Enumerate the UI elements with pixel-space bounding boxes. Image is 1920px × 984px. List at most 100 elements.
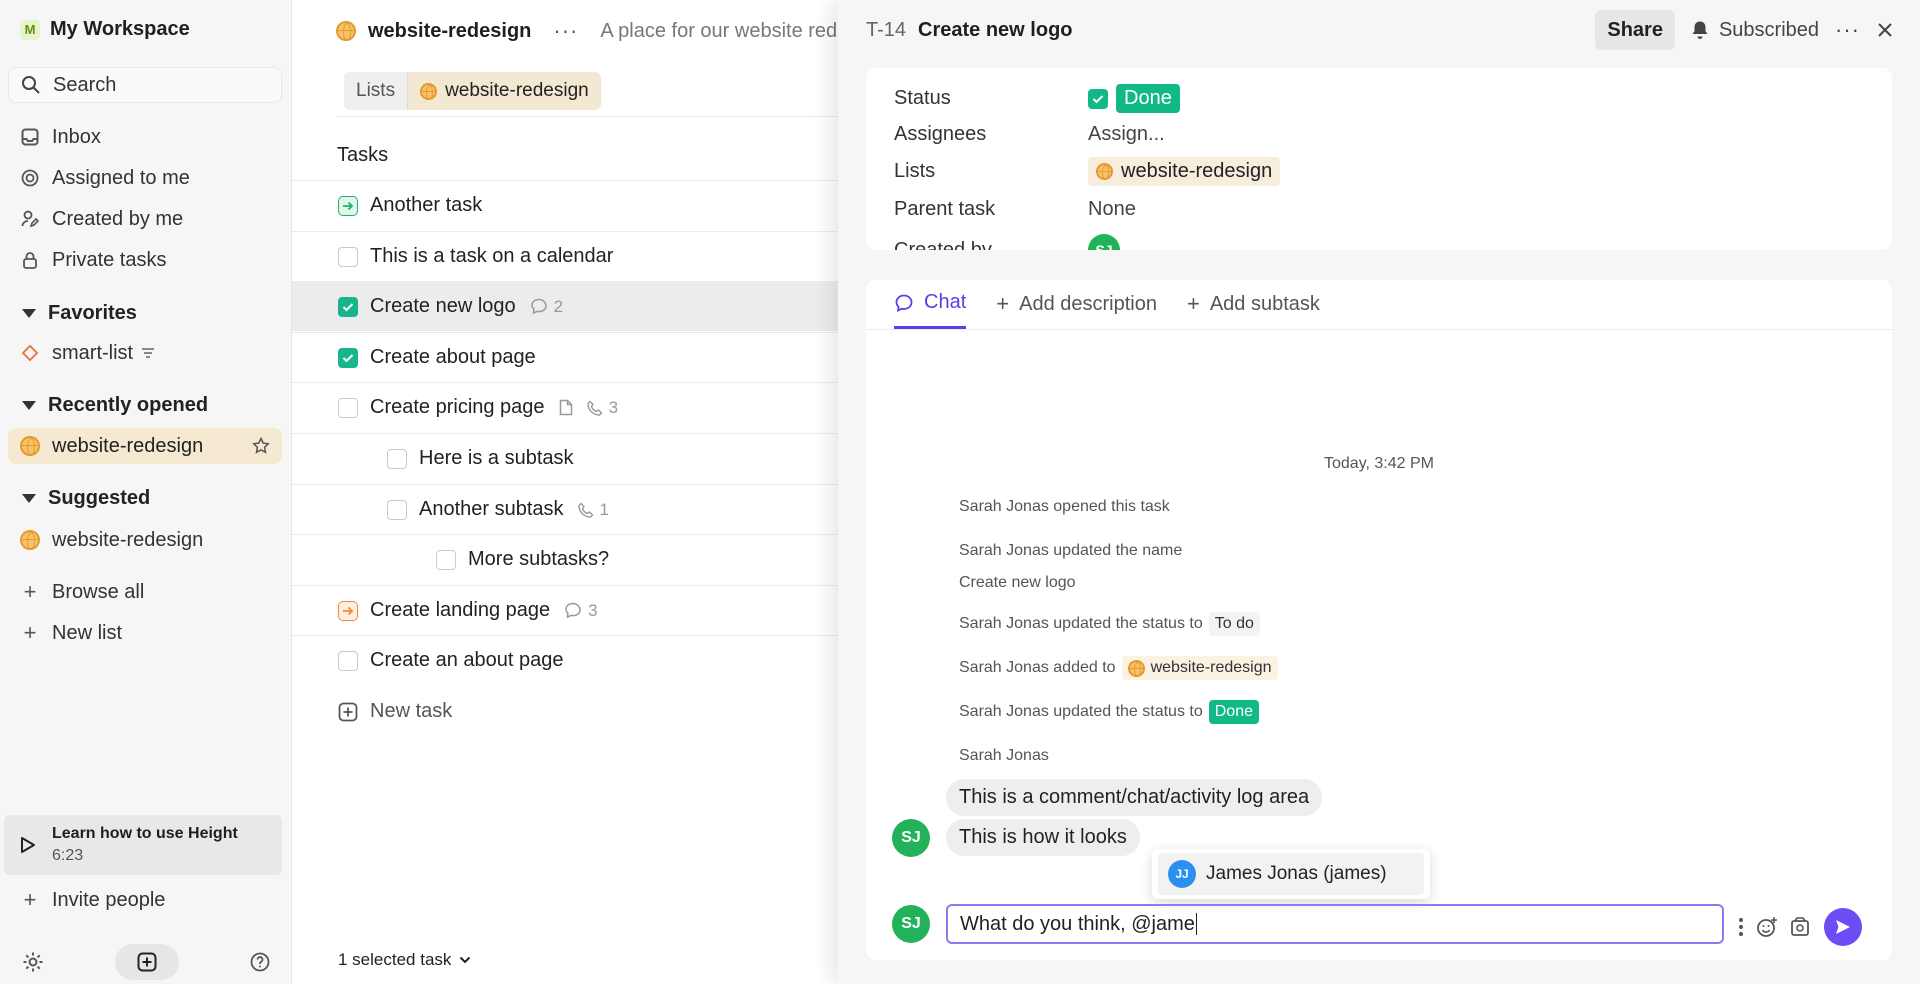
chat-message[interactable]: This is a comment/chat/activity log area bbox=[946, 779, 1323, 816]
avatar: JJ bbox=[1168, 860, 1196, 888]
activity-entry: Sarah Jonas updated the status to To do bbox=[959, 612, 1260, 636]
status-in-review-icon[interactable] bbox=[338, 600, 358, 621]
tab-add-subtask[interactable]: + Add subtask bbox=[1187, 279, 1320, 329]
task-row[interactable]: More subtasks? bbox=[292, 534, 838, 584]
selected-count: 1 selected task bbox=[338, 950, 452, 969]
browse-all-button[interactable]: + Browse all bbox=[8, 574, 282, 610]
task-title[interactable]: Create new logo bbox=[918, 19, 1072, 42]
learn-video-card[interactable]: Learn how to use Height 6:23 bbox=[4, 815, 282, 875]
learn-duration: 6:23 bbox=[52, 847, 84, 864]
send-button[interactable] bbox=[1824, 908, 1862, 946]
task-row[interactable]: Create new logo 2 bbox=[292, 281, 838, 331]
tab-chat[interactable]: Chat bbox=[894, 279, 967, 329]
parent-task-property[interactable]: Parent task None bbox=[894, 198, 1136, 221]
task-row[interactable]: Create landing page 3 bbox=[292, 585, 838, 635]
mention-option[interactable]: JJ James Jonas (james) bbox=[1158, 853, 1424, 895]
task-row[interactable]: Another task bbox=[292, 180, 838, 230]
share-button[interactable]: Share bbox=[1595, 10, 1675, 50]
task-row[interactable]: This is a task on a calendar bbox=[292, 231, 838, 281]
task-row[interactable]: Another subtask 1 bbox=[292, 484, 838, 534]
task-detail-panel: T-14 Create new logo Share Subscribed ··… bbox=[838, 0, 1920, 984]
status-in-progress-icon[interactable] bbox=[338, 195, 358, 216]
task-row[interactable]: Create pricing page 3 bbox=[292, 382, 838, 432]
task-checkbox[interactable] bbox=[387, 499, 407, 520]
call-count: 1 bbox=[577, 500, 609, 520]
globe-icon bbox=[20, 530, 40, 550]
favorites-title: Favorites bbox=[48, 302, 137, 324]
task-label: Here is a subtask bbox=[419, 447, 574, 469]
phone-icon bbox=[586, 400, 603, 416]
assignees-property[interactable]: Assignees Assign... bbox=[894, 123, 1165, 146]
task-row[interactable]: Create about page bbox=[292, 332, 838, 382]
task-label: Create new logo bbox=[370, 295, 516, 317]
divider bbox=[336, 116, 838, 117]
task-label: This is a task on a calendar bbox=[370, 245, 614, 267]
activity-entry: Sarah Jonas updated the status to Done bbox=[959, 700, 1259, 724]
task-list-pane: website-redesign ··· A place for our web… bbox=[292, 0, 858, 984]
list-description[interactable]: A place for our website redes bbox=[600, 20, 858, 43]
workspace-badge: M bbox=[20, 19, 40, 40]
comment-icon bbox=[530, 298, 547, 315]
task-checkbox[interactable] bbox=[338, 397, 358, 418]
chevron-down-icon bbox=[22, 494, 36, 503]
suggested-section-toggle[interactable]: Suggested bbox=[22, 487, 150, 510]
gear-icon[interactable] bbox=[22, 951, 44, 973]
sidebar-item-suggested-website-redesign[interactable]: website-redesign bbox=[8, 522, 282, 558]
list-badge-label: website-redesign bbox=[1121, 160, 1273, 182]
lists-property[interactable]: Lists website-redesign bbox=[894, 157, 1281, 186]
task-checkbox[interactable] bbox=[436, 549, 456, 570]
new-task-button[interactable]: New task bbox=[338, 700, 452, 723]
task-checkbox[interactable] bbox=[387, 448, 407, 469]
status-property[interactable]: Status Done bbox=[894, 84, 1180, 113]
timestamp: Today, 3:42 PM bbox=[1324, 455, 1434, 472]
tab-add-description[interactable]: + Add description bbox=[996, 279, 1157, 329]
task-checkbox-checked[interactable] bbox=[338, 347, 358, 368]
selection-menu[interactable]: 1 selected task bbox=[338, 950, 471, 970]
new-item-button[interactable] bbox=[115, 944, 179, 980]
task-row[interactable]: Create an about page bbox=[292, 635, 838, 685]
document-icon bbox=[559, 399, 573, 416]
task-checkbox[interactable] bbox=[338, 650, 358, 671]
list-title[interactable]: website-redesign bbox=[368, 20, 531, 43]
chevron-down-icon bbox=[22, 401, 36, 410]
sidebar-item-private[interactable]: Private tasks bbox=[8, 242, 282, 278]
workspace-switcher[interactable]: M My Workspace bbox=[20, 18, 190, 41]
more-options-icon[interactable]: ··· bbox=[553, 18, 578, 44]
sidebar-item-inbox[interactable]: Inbox bbox=[8, 119, 282, 155]
new-list-button[interactable]: + New list bbox=[8, 615, 282, 651]
sidebar-item-assigned[interactable]: Assigned to me bbox=[8, 160, 282, 196]
bell-icon bbox=[1692, 21, 1708, 39]
star-icon[interactable] bbox=[252, 437, 270, 455]
text-caret bbox=[1195, 913, 1197, 935]
favorites-section-toggle[interactable]: Favorites bbox=[22, 302, 137, 325]
plus-icon: + bbox=[23, 887, 37, 912]
task-checkbox-checked[interactable] bbox=[338, 296, 358, 317]
breadcrumb-lists[interactable]: Lists bbox=[344, 72, 407, 110]
sidebar-item-website-redesign[interactable]: website-redesign bbox=[8, 428, 282, 464]
target-icon bbox=[20, 168, 40, 188]
subscribed-toggle[interactable]: Subscribed bbox=[1691, 19, 1819, 42]
breadcrumb-current[interactable]: website-redesign bbox=[407, 72, 601, 110]
chat-composer-input[interactable]: What do you think, @jame bbox=[946, 904, 1724, 944]
sidebar-item-created[interactable]: Created by me bbox=[8, 201, 282, 237]
task-row[interactable]: Here is a subtask bbox=[292, 433, 838, 483]
vertical-dots-icon[interactable] bbox=[1738, 917, 1744, 937]
activity-entry: Create new logo bbox=[959, 574, 1076, 592]
sidebar-item-smart-list[interactable]: smart-list bbox=[8, 335, 282, 371]
assignees-value: Assign... bbox=[1088, 123, 1165, 145]
activity-entry: Sarah Jonas updated the name bbox=[959, 542, 1182, 560]
emoji-icon[interactable] bbox=[1756, 916, 1778, 938]
more-options-icon[interactable]: ··· bbox=[1835, 17, 1860, 43]
user-edit-icon bbox=[20, 209, 40, 229]
composer-text: What do you think, @jame bbox=[960, 912, 1195, 935]
tab-label: Add subtask bbox=[1209, 292, 1320, 315]
recent-section-toggle[interactable]: Recently opened bbox=[22, 394, 208, 417]
help-icon[interactable] bbox=[250, 952, 270, 972]
invite-people-button[interactable]: + Invite people bbox=[8, 882, 282, 918]
close-icon[interactable] bbox=[1876, 21, 1894, 39]
parent-task-value: None bbox=[1088, 198, 1136, 220]
attachment-icon[interactable] bbox=[1790, 916, 1812, 938]
search-button[interactable]: Search bbox=[8, 67, 282, 103]
task-checkbox[interactable] bbox=[338, 246, 358, 267]
chat-message[interactable]: This is how it looks bbox=[946, 819, 1140, 856]
